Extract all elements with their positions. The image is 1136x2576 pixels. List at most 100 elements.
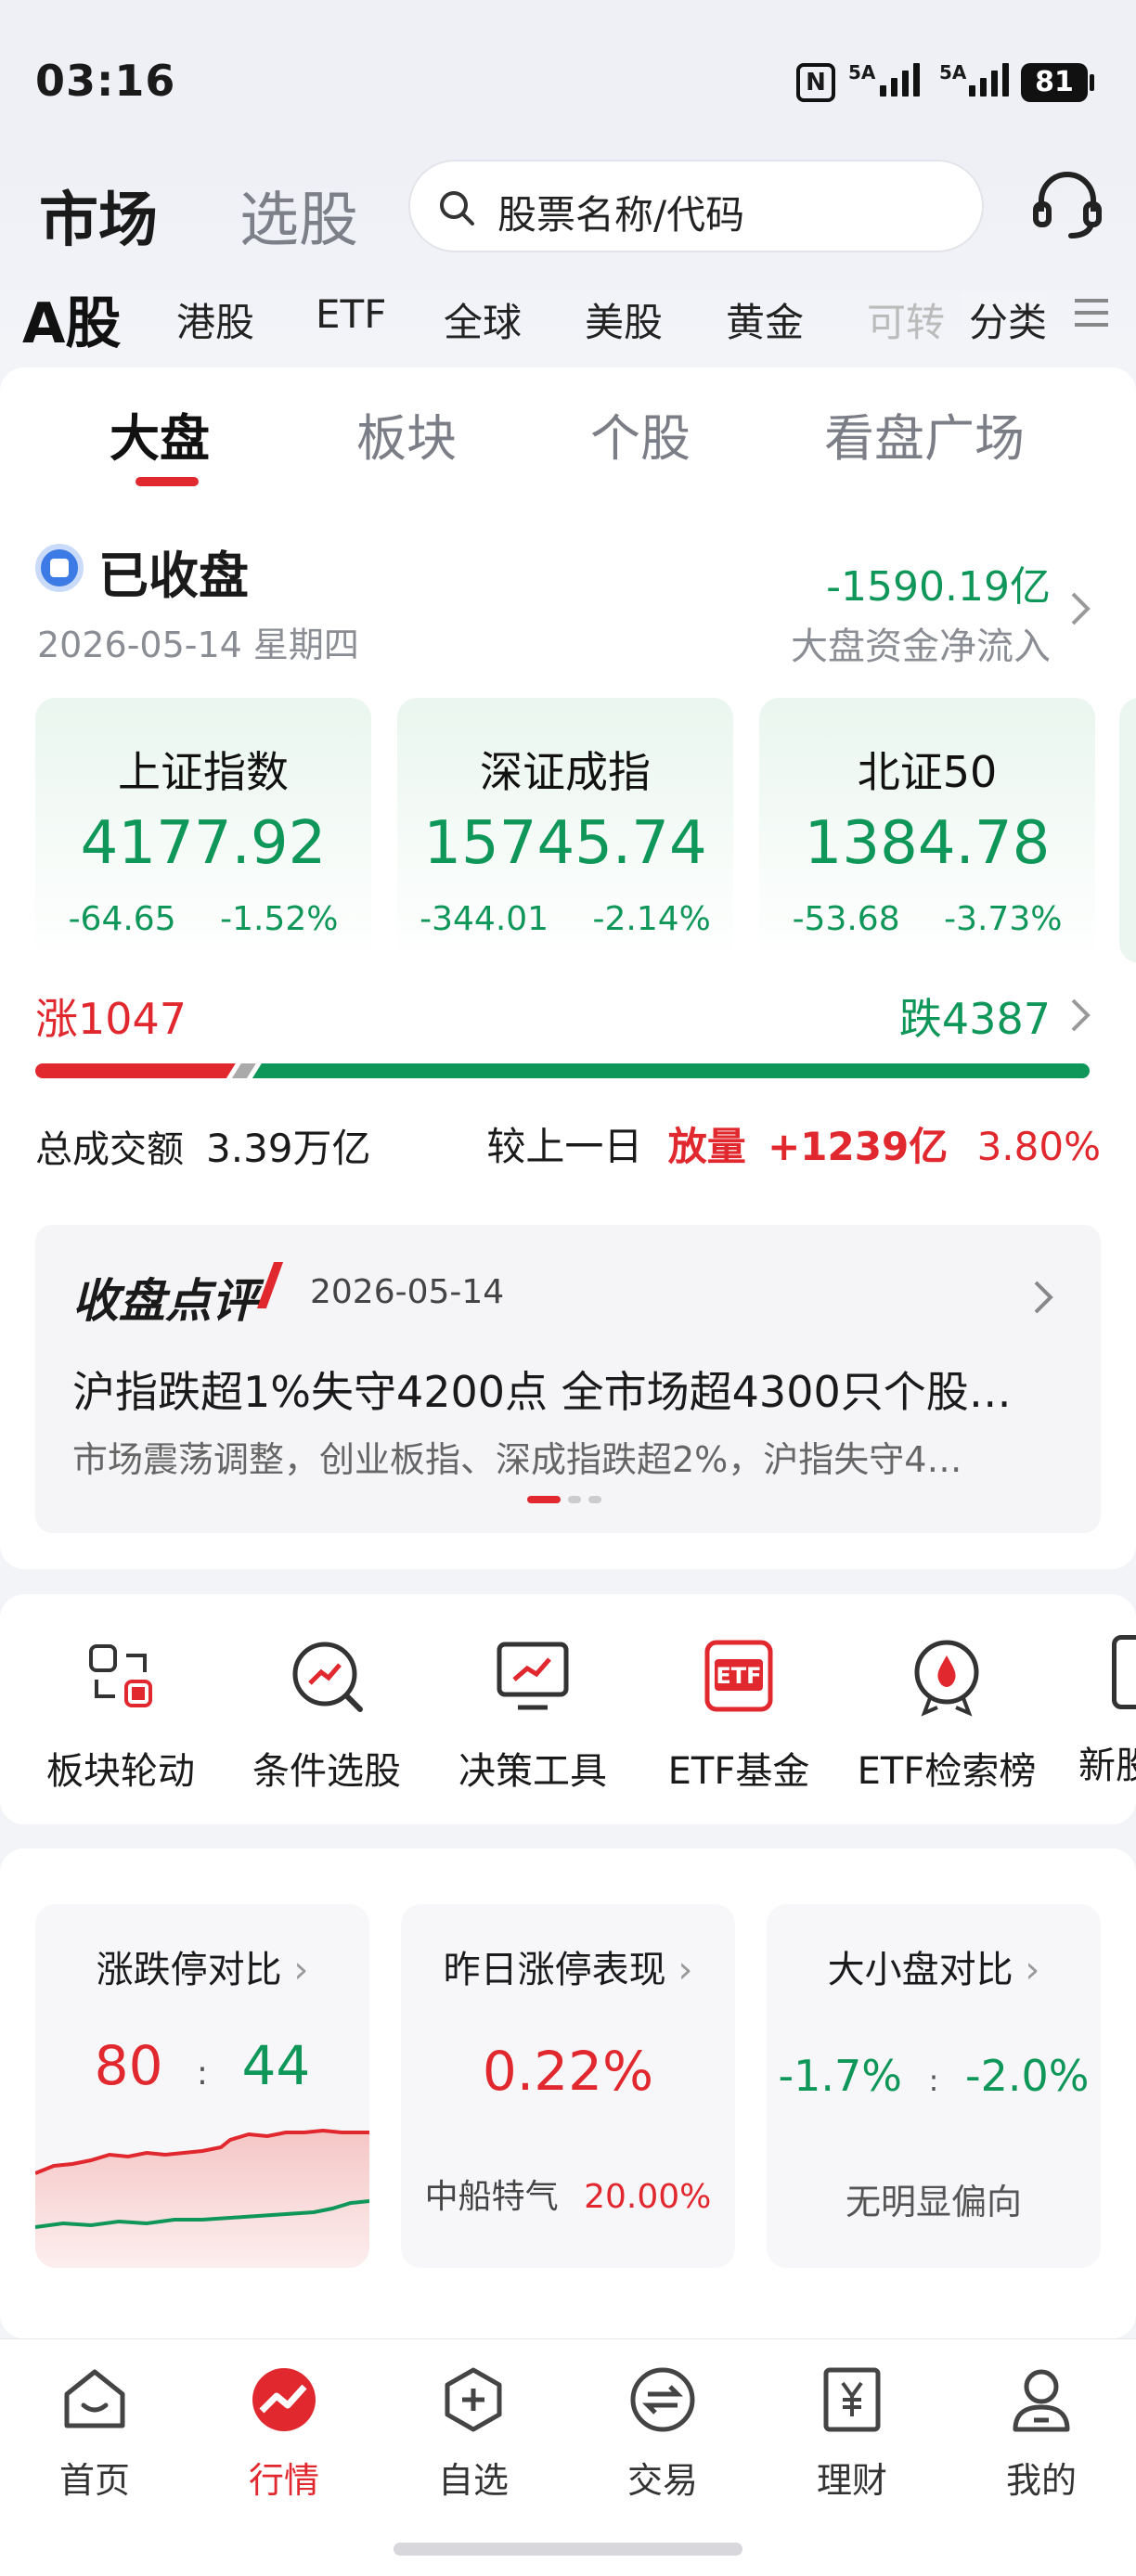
tab-market[interactable]: 市场 bbox=[39, 173, 158, 258]
tool-label: 条件选股 bbox=[252, 1750, 401, 1793]
sim2-label: 5A bbox=[939, 61, 967, 84]
market-tab-us[interactable]: 美股 bbox=[585, 291, 663, 348]
search-icon bbox=[440, 191, 474, 225]
tab-trade[interactable]: 交易 bbox=[598, 2364, 728, 2503]
commentary-brand-mark bbox=[256, 1262, 284, 1308]
tab-label: 我的 bbox=[1005, 2460, 1077, 2501]
active-tab-indicator bbox=[136, 477, 199, 486]
index-card-next-peek bbox=[1119, 698, 1136, 963]
commentary-card[interactable]: 收盘点评 2026-05-14 沪指跌超1%失守4200点 全市场超4300只个… bbox=[35, 1225, 1101, 1533]
wealth-yen-icon bbox=[823, 2367, 881, 2432]
market-tab-global[interactable]: 全球 bbox=[444, 291, 522, 348]
commentary-headline: 沪指跌超1%失守4200点 全市场超4300只个股… bbox=[72, 1367, 1012, 1417]
net-flow-value: -1590.19亿 bbox=[826, 563, 1051, 611]
subtab-overview[interactable]: 大盘 bbox=[110, 397, 210, 470]
yesterday-limit-card[interactable]: 昨日涨停表现 › 0.22% 中船特气 20.00% bbox=[401, 1904, 735, 2268]
advancers-count: 涨1047 bbox=[35, 994, 187, 1044]
net-flow-label[interactable]: 大盘资金净流入 bbox=[791, 616, 1051, 670]
magnifier-trend-icon bbox=[292, 1642, 363, 1712]
cap-separator: : bbox=[928, 2063, 939, 2098]
battery-icon: 81 bbox=[1021, 63, 1088, 102]
chevron-right-icon[interactable] bbox=[1067, 588, 1093, 629]
market-tab-a-share[interactable]: A股 bbox=[22, 278, 121, 359]
limit-compare-card[interactable]: 涨跌停对比 › 80 : 44 bbox=[35, 1904, 369, 2268]
rotation-icon bbox=[89, 1644, 152, 1707]
tool-label: 板块轮动 bbox=[46, 1750, 195, 1793]
index-card-bse50[interactable]: 北证50 1384.78 -53.68 -3.73% bbox=[759, 698, 1095, 963]
commentary-title: 收盘点评 bbox=[72, 1274, 258, 1328]
tool-etf-fund[interactable]: ETF ETF基金 bbox=[637, 1635, 841, 1795]
limit-compare-title: 涨跌停对比 › bbox=[96, 1949, 309, 1991]
index-change: -53.68 -3.73% bbox=[792, 900, 1063, 938]
chevron-right-icon[interactable] bbox=[1067, 995, 1093, 1036]
carousel-dots bbox=[527, 1496, 601, 1503]
index-value: 15745.74 bbox=[423, 809, 707, 878]
svg-text:ETF: ETF bbox=[716, 1663, 761, 1689]
closed-status-icon bbox=[35, 544, 84, 592]
limit-down-count: 44 bbox=[241, 2034, 311, 2097]
turnover-compare-label: 较上一日 bbox=[486, 1124, 643, 1169]
limit-separator: : bbox=[196, 2054, 209, 2093]
index-card-shanghai[interactable]: 上证指数 4177.92 -64.65 -1.52% bbox=[35, 698, 371, 963]
tab-label: 自选 bbox=[437, 2460, 509, 2501]
turnover-pct: 3.80% bbox=[976, 1124, 1101, 1169]
index-name: 深证成指 bbox=[480, 747, 651, 797]
tool-etf-search-rank[interactable]: ETF检索榜 bbox=[845, 1635, 1049, 1795]
market-tab-convertible[interactable]: 可转 bbox=[867, 291, 945, 348]
tab-stock-picker[interactable]: 选股 bbox=[239, 173, 358, 258]
tool-decision[interactable]: 决策工具 bbox=[431, 1635, 635, 1795]
decliners-count[interactable]: 跌4387 bbox=[899, 985, 1051, 1047]
tab-watchlist[interactable]: 自选 bbox=[408, 2364, 538, 2503]
monitor-chart-icon bbox=[497, 1642, 569, 1710]
status-bar: 03:16 N 5A 5A 81 bbox=[0, 0, 1136, 158]
subtab-square[interactable]: 看盘广场 bbox=[824, 397, 1025, 470]
market-tab-gold[interactable]: 黄金 bbox=[726, 291, 804, 348]
cap-size-values: -1.7% : -2.0% bbox=[767, 2051, 1101, 2101]
subtab-stock[interactable]: 个股 bbox=[590, 397, 691, 470]
chevron-right-icon[interactable] bbox=[1030, 1277, 1056, 1318]
tool-condition-pick[interactable]: 条件选股 bbox=[225, 1635, 429, 1795]
tab-wealth[interactable]: 理财 bbox=[787, 2364, 917, 2503]
breadth-bar bbox=[35, 1063, 1090, 1078]
tool-label: ETF基金 bbox=[667, 1750, 810, 1793]
yesterday-limit-title: 昨日涨停表现 › bbox=[443, 1949, 693, 1991]
menu-icon[interactable] bbox=[1075, 299, 1108, 327]
bottom-tab-bar bbox=[0, 2338, 1136, 2576]
market-tab-hk[interactable]: 港股 bbox=[176, 291, 254, 348]
turnover-delta: +1239亿 bbox=[768, 1124, 949, 1169]
tab-label: 理财 bbox=[816, 2460, 887, 2501]
profile-icon bbox=[1013, 2369, 1070, 2432]
yesterday-limit-value: 0.22% bbox=[482, 2040, 654, 2103]
yesterday-limit-stock: 中船特气 20.00% bbox=[424, 2178, 712, 2216]
turnover-tag: 放量 bbox=[667, 1124, 746, 1169]
market-tab-category[interactable]: 分类 bbox=[962, 291, 1048, 348]
market-date: 2026-05-14 星期四 bbox=[37, 625, 359, 665]
tab-home[interactable]: 首页 bbox=[30, 2364, 160, 2503]
signal-icon bbox=[880, 63, 920, 97]
headset-icon[interactable] bbox=[1026, 163, 1108, 245]
small-cap-change: -2.0% bbox=[965, 2051, 1090, 2101]
index-card-shenzhen[interactable]: 深证成指 15745.74 -344.01 -2.14% bbox=[397, 698, 733, 963]
tool-new-stock[interactable]: 新股 bbox=[1078, 1635, 1136, 1789]
cap-size-compare-card[interactable]: 大小盘对比 › -1.7% : -2.0% 无明显偏向 bbox=[767, 1904, 1101, 2268]
tool-sector-rotation[interactable]: 板块轮动 bbox=[19, 1635, 223, 1795]
market-trend-icon bbox=[252, 2368, 316, 2431]
breadth-bar-flat bbox=[232, 1063, 256, 1078]
tab-market-quotes[interactable]: 行情 bbox=[219, 2364, 349, 2503]
signal-icon bbox=[969, 63, 1009, 97]
tab-profile[interactable]: 我的 bbox=[976, 2364, 1106, 2503]
subtab-sector[interactable]: 板块 bbox=[356, 397, 457, 470]
index-value: 4177.92 bbox=[80, 809, 327, 878]
search-input[interactable]: 股票名称/代码 bbox=[408, 160, 984, 252]
tool-label: 新股 bbox=[1078, 1745, 1136, 1787]
index-change: -344.01 -2.14% bbox=[420, 900, 711, 938]
status-time: 03:16 bbox=[35, 56, 176, 106]
breadth-bar-down bbox=[252, 1063, 1090, 1078]
add-watchlist-icon bbox=[445, 2367, 502, 2432]
limit-trend-sparkline bbox=[35, 2128, 369, 2268]
cap-size-title: 大小盘对比 › bbox=[827, 1949, 1040, 1991]
large-cap-change: -1.7% bbox=[778, 2051, 902, 2101]
search-placeholder: 股票名称/代码 bbox=[497, 192, 745, 238]
market-tab-etf[interactable]: ETF bbox=[316, 291, 386, 337]
home-icon bbox=[64, 2369, 125, 2428]
